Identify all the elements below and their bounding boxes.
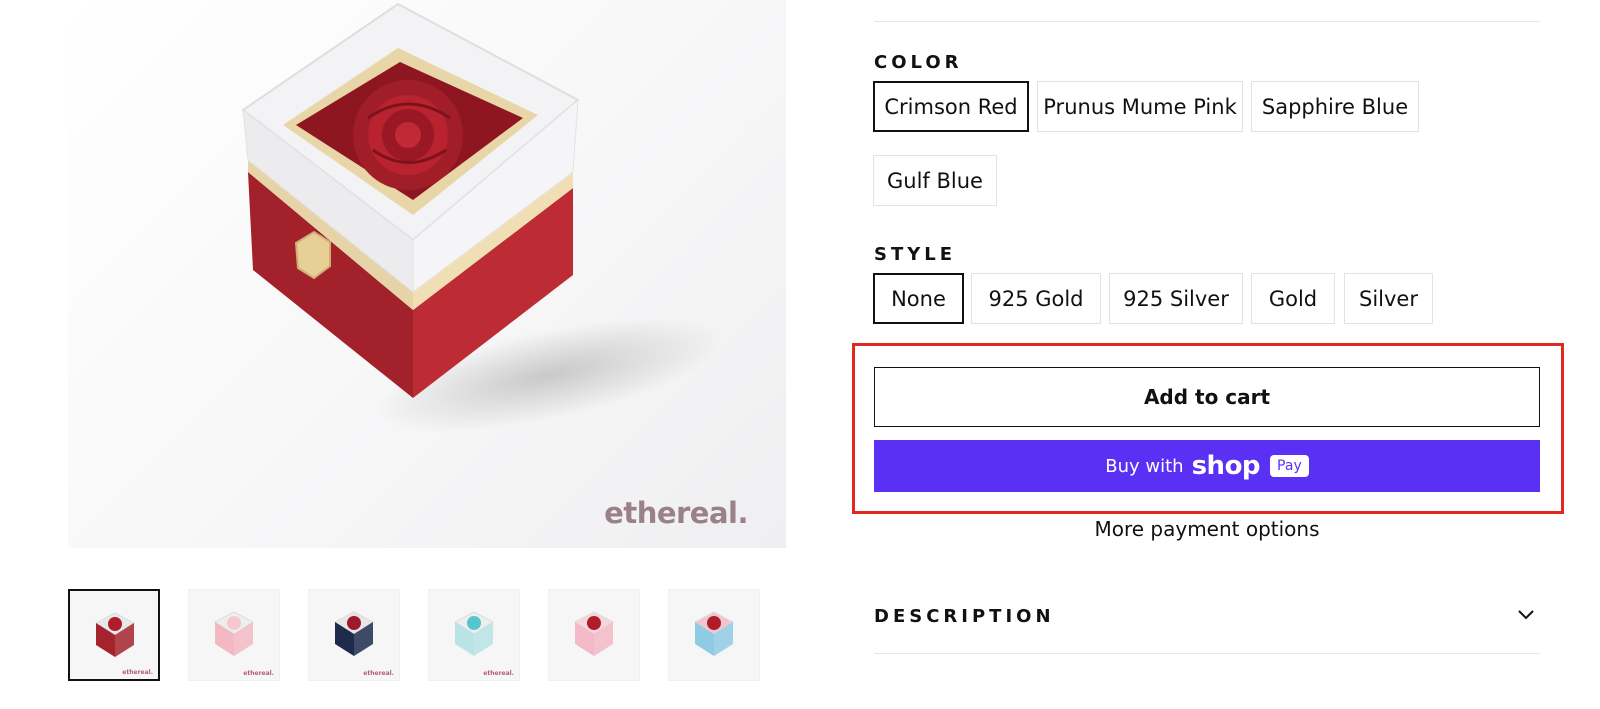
- add-to-cart-button[interactable]: Add to cart: [874, 367, 1540, 427]
- thumb-navy[interactable]: ethereal.: [308, 589, 400, 681]
- style-option-silver[interactable]: Silver: [1344, 273, 1433, 324]
- thumbnail-box-image: [95, 612, 135, 657]
- thumbnail-box-image: [454, 611, 494, 656]
- color-label: COLOR: [874, 52, 963, 73]
- thumbnail-watermark: ethereal.: [363, 670, 394, 677]
- color-option-prunus-mume-pink[interactable]: Prunus Mume Pink: [1037, 81, 1243, 132]
- style-option-none[interactable]: None: [873, 273, 964, 324]
- more-payment-options-link[interactable]: More payment options: [874, 517, 1540, 541]
- color-option-crimson-red[interactable]: Crimson Red: [873, 81, 1029, 132]
- pay-badge: Pay: [1270, 455, 1309, 477]
- thumbnail-box-image: [214, 611, 254, 656]
- thumb-pink[interactable]: ethereal.: [188, 589, 280, 681]
- chevron-down-icon: [1518, 610, 1534, 620]
- description-label: DESCRIPTION: [874, 606, 1055, 627]
- thumb-crimson-red[interactable]: ethereal.: [68, 589, 160, 681]
- shop-pay-button[interactable]: Buy with shop Pay: [874, 440, 1540, 492]
- style-label: STYLE: [874, 244, 957, 265]
- thumbnail-box-image: [574, 611, 614, 656]
- description-accordion[interactable]: DESCRIPTION: [874, 598, 1540, 654]
- color-option-gulf-blue[interactable]: Gulf Blue: [873, 155, 997, 206]
- thumbnail-watermark: ethereal.: [243, 670, 274, 677]
- thumb-group-pink[interactable]: [548, 589, 640, 681]
- thumbnail-watermark: ethereal.: [122, 669, 153, 676]
- brand-watermark: ethereal.: [604, 496, 748, 530]
- divider: [874, 653, 1540, 654]
- thumbnail-box-image: [334, 611, 374, 656]
- thumb-teal[interactable]: ethereal.: [428, 589, 520, 681]
- style-option-925-gold[interactable]: 925 Gold: [971, 273, 1101, 324]
- divider: [874, 21, 1540, 22]
- thumbnail-watermark: ethereal.: [483, 670, 514, 677]
- thumbnail-strip: ethereal. ethereal. ethereal. ethereal.: [68, 589, 760, 681]
- thumb-group-blue[interactable]: [668, 589, 760, 681]
- shop-pay-prefix: Buy with: [1105, 455, 1184, 477]
- style-option-gold[interactable]: Gold: [1251, 273, 1335, 324]
- main-product-image[interactable]: ethereal.: [68, 0, 786, 548]
- color-option-sapphire-blue[interactable]: Sapphire Blue: [1251, 81, 1419, 132]
- rose-box-illustration: [241, 2, 580, 398]
- shop-logo: shop: [1191, 451, 1261, 481]
- thumbnail-box-image: [694, 611, 734, 656]
- style-option-925-silver[interactable]: 925 Silver: [1109, 273, 1243, 324]
